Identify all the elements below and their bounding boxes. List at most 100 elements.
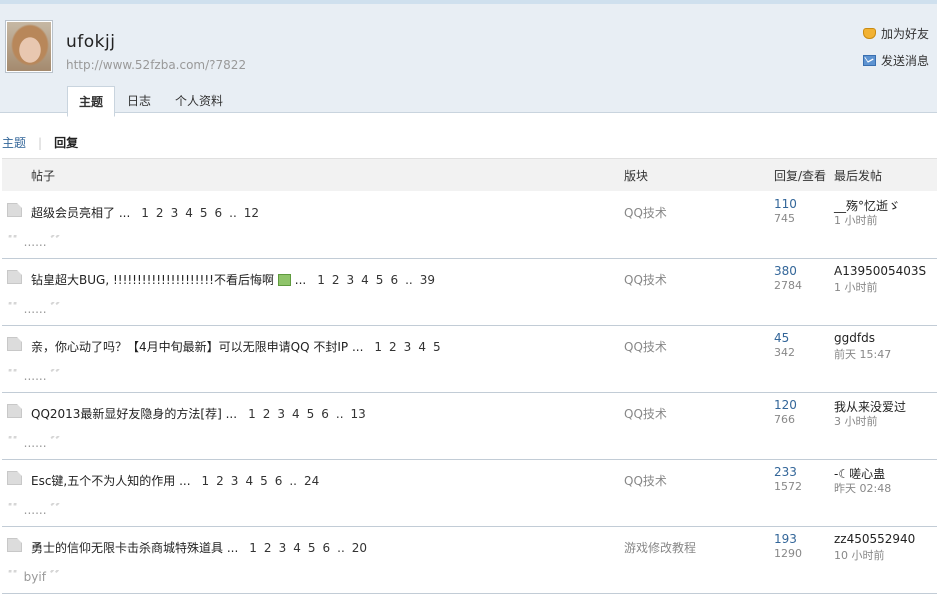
add-friend-label: 加为好友 (881, 26, 930, 41)
page-link-last[interactable]: 39 (420, 273, 435, 287)
page-link[interactable]: 3 (347, 273, 355, 287)
forum-link[interactable]: QQ技术 (624, 405, 667, 422)
page-link-last[interactable]: 24 (304, 474, 319, 488)
quote-open-icon: “ (7, 570, 20, 584)
page-link[interactable]: 6 (321, 407, 329, 421)
page-link[interactable]: 4 (292, 407, 300, 421)
page-links: 1 2 3 4 5 6.. 39 (310, 273, 435, 287)
reply-count[interactable]: 193 (774, 532, 797, 546)
thread-title-line: 亲，你心动了吗？【4月中旬最新】可以无限申请QQ 不封IP ... 1 2 3 4 5 (31, 340, 441, 354)
table-row: 亲，你心动了吗？【4月中旬最新】可以无限申请QQ 不封IP ... 1 2 3 4 5 QQ… (2, 325, 937, 393)
last-poster-link[interactable]: A1395005403S (834, 264, 926, 278)
page-link[interactable]: 2 (264, 541, 272, 555)
reply-count[interactable]: 233 (774, 465, 797, 479)
reply-quote-text[interactable]: ...... (24, 436, 47, 450)
page-link[interactable]: 1 (141, 206, 149, 220)
send-message-button[interactable]: 发送消息 (863, 53, 933, 68)
thread-title-link[interactable]: QQ2013最新显好友隐身的方法[荐] (31, 407, 222, 421)
forum-link[interactable]: QQ技术 (624, 472, 667, 489)
page-link[interactable]: 3 (231, 474, 239, 488)
add-friend-icon (863, 27, 876, 39)
page-link[interactable]: 5 (376, 273, 384, 287)
thread-title-link[interactable]: 勇士的信仰无限卡击杀商城特殊道具 (31, 541, 223, 555)
avatar[interactable] (5, 20, 53, 73)
page-link[interactable]: 5 (308, 541, 316, 555)
page-link[interactable]: 2 (389, 340, 397, 354)
quote-close-icon: ” (49, 369, 63, 383)
tab-profile[interactable]: 个人资料 (163, 86, 235, 116)
page-link[interactable]: 4 (245, 474, 253, 488)
page-links: 1 2 3 4 5 6.. 24 (195, 474, 320, 488)
tab-topics[interactable]: 主题 (67, 86, 116, 117)
page-link[interactable]: 4 (293, 541, 301, 555)
reply-count[interactable]: 380 (774, 264, 797, 278)
subnav-topics-link[interactable]: 主题 (2, 134, 26, 151)
view-count: 1290 (774, 547, 802, 560)
page-link[interactable]: 6 (322, 541, 330, 555)
reply-count[interactable]: 120 (774, 398, 797, 412)
page-link[interactable]: 1 (202, 474, 210, 488)
view-count: 745 (774, 212, 795, 225)
page-link-last[interactable]: 13 (351, 407, 366, 421)
page-link[interactable]: 3 (171, 206, 179, 220)
forum-link[interactable]: QQ技术 (624, 338, 667, 355)
table-row: 勇士的信仰无限卡击杀商城特殊道具 ... 1 2 3 4 5 6.. 20 游戏修改教程 193 1… (2, 526, 937, 594)
sub-nav: 主题 | 回复 (2, 134, 78, 151)
reply-quote-text[interactable]: byif (24, 570, 46, 584)
thread-title-line: QQ2013最新显好友隐身的方法[荐] ... 1 2 3 4 5 6.. 13 (31, 407, 366, 421)
page-link[interactable]: 3 (279, 541, 287, 555)
reply-quote-text[interactable]: ...... (24, 235, 47, 249)
quote-open-icon: “ (7, 302, 20, 316)
page-link[interactable]: 2 (263, 407, 271, 421)
page-link[interactable]: 2 (216, 474, 224, 488)
page-link-last[interactable]: 12 (244, 206, 259, 220)
reply-count[interactable]: 45 (774, 331, 789, 345)
reply-quote: “......” (7, 436, 62, 450)
page-link-last[interactable]: 20 (352, 541, 367, 555)
tab-blog[interactable]: 日志 (115, 86, 163, 116)
thread-title-link[interactable]: Esc键,五个不为人知的作用 (31, 474, 175, 488)
view-count: 2784 (774, 279, 802, 292)
page-link[interactable]: 1 (249, 541, 257, 555)
page-link[interactable]: 6 (390, 273, 398, 287)
page-link[interactable]: 5 (307, 407, 315, 421)
page-link[interactable]: 2 (332, 273, 340, 287)
reply-quote: “......” (7, 302, 62, 316)
thread-title-link[interactable]: 超级会员亮相了 (31, 206, 115, 220)
thread-title-link[interactable]: 亲，你心动了吗？【4月中旬最新】可以无限申请QQ 不封IP (31, 340, 348, 354)
subnav-replies-current[interactable]: 回复 (54, 134, 78, 151)
quote-open-icon: “ (7, 369, 20, 383)
reply-quote-text[interactable]: ...... (24, 369, 47, 383)
page-link[interactable]: 5 (200, 206, 208, 220)
topic-icon (7, 337, 22, 351)
thread-title-line: 钻皇超大BUG, !!!!!!!!!!!!!!!!!!!!!不看后悔啊 ... 1… (31, 273, 435, 287)
header-stats: 回复/查看 (774, 169, 827, 183)
forum-link[interactable]: 游戏修改教程 (624, 539, 696, 556)
forum-link[interactable]: QQ技术 (624, 271, 667, 288)
page-link[interactable]: 1 (317, 273, 325, 287)
page-link[interactable]: 6 (275, 474, 283, 488)
user-url[interactable]: http://www.52fzba.com/?7822 (66, 58, 246, 72)
reply-quote-text[interactable]: ...... (24, 302, 47, 316)
page-link[interactable]: 5 (433, 340, 441, 354)
add-friend-button[interactable]: 加为好友 (863, 26, 933, 41)
page-link[interactable]: 4 (361, 273, 369, 287)
reply-count[interactable]: 110 (774, 197, 797, 211)
thread-title-link[interactable]: 钻皇超大BUG, !!!!!!!!!!!!!!!!!!!!!不看后悔啊 (31, 273, 274, 287)
page-link[interactable]: 3 (404, 340, 412, 354)
page-link[interactable]: 4 (418, 340, 426, 354)
last-poster-link[interactable]: ggdfds (834, 331, 875, 345)
page-link[interactable]: 3 (277, 407, 285, 421)
page-link[interactable]: 1 (374, 340, 382, 354)
table-row: QQ2013最新显好友隐身的方法[荐] ... 1 2 3 4 5 6.. 13 QQ技术 120… (2, 392, 937, 460)
last-poster-link[interactable]: zz450552940 (834, 532, 915, 546)
page-links: 1 2 3 4 5 6.. 12 (134, 206, 259, 220)
username[interactable]: ufokjj (66, 32, 115, 52)
page-link[interactable]: 1 (248, 407, 256, 421)
page-link[interactable]: 6 (214, 206, 222, 220)
page-link[interactable]: 5 (260, 474, 268, 488)
forum-link[interactable]: QQ技术 (624, 204, 667, 221)
page-link[interactable]: 4 (185, 206, 193, 220)
reply-quote-text[interactable]: ...... (24, 503, 47, 517)
page-link[interactable]: 2 (156, 206, 164, 220)
